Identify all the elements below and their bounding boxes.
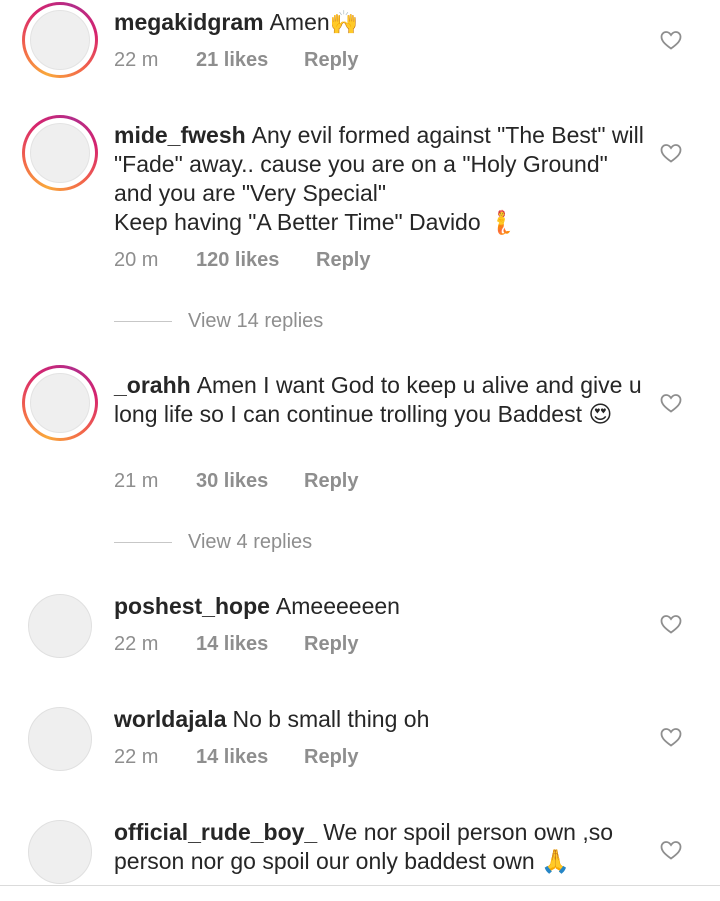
comment-text: official_rude_boy_ We nor spoil person ow… xyxy=(114,818,644,877)
comment-meta: 21 m 30 likes Reply xyxy=(114,470,358,493)
heart-icon[interactable] xyxy=(659,28,683,52)
comment-body: Amen xyxy=(269,9,330,35)
comment-text: mide_fwesh Any evil formed against "The B… xyxy=(114,121,644,238)
comment-time: 22 m xyxy=(114,49,159,71)
comment-meta: 22 m 14 likes Reply xyxy=(114,746,358,769)
avatar-image xyxy=(25,118,95,188)
comment-body: Ameeeeeen xyxy=(275,593,400,619)
comment-meta: 22 m 14 likes Reply xyxy=(114,633,358,656)
comment-likes[interactable]: 14 likes xyxy=(196,746,304,769)
heart-icon[interactable] xyxy=(659,612,683,636)
reply-button[interactable]: Reply xyxy=(316,249,370,272)
bottom-bar xyxy=(0,886,720,901)
comment-username[interactable]: _orahh xyxy=(114,372,191,398)
avatar-image xyxy=(25,368,95,438)
reply-button[interactable]: Reply xyxy=(304,746,358,769)
praying-hands-emoji-icon: 🙏 xyxy=(541,849,570,875)
comment-username[interactable]: official_rude_boy_ xyxy=(114,819,317,845)
comment-time: 20 m xyxy=(114,249,159,271)
heart-icon[interactable] xyxy=(659,838,683,862)
merperson-emoji-icon: 🧜 xyxy=(487,210,516,236)
avatar[interactable] xyxy=(28,820,92,884)
comment-body: Amen I want God to keep u alive and give… xyxy=(114,372,642,427)
comment-username[interactable]: poshest_hope xyxy=(114,593,270,619)
comment-username[interactable]: worldajala xyxy=(114,706,226,732)
heart-icon[interactable] xyxy=(659,141,683,165)
avatar[interactable] xyxy=(28,594,92,658)
comment-meta: 20 m 120 likes Reply xyxy=(114,249,370,272)
comment-username[interactable]: mide_fwesh xyxy=(114,122,246,148)
comment-text: megakidgram Amen🙌 xyxy=(114,8,644,38)
avatar[interactable] xyxy=(22,115,98,191)
reply-button[interactable]: Reply xyxy=(304,633,358,656)
heart-eyes-emoji-icon: 😍 xyxy=(588,402,613,428)
view-replies-divider xyxy=(114,542,172,544)
comment-time: 22 m xyxy=(114,746,159,768)
comment-likes[interactable]: 21 likes xyxy=(196,49,304,72)
comment-text: _orahh Amen I want God to keep u alive an… xyxy=(114,371,644,430)
avatar[interactable] xyxy=(22,365,98,441)
heart-icon[interactable] xyxy=(659,391,683,415)
avatar-image xyxy=(25,5,95,75)
comment-likes[interactable]: 30 likes xyxy=(196,470,304,493)
comment-likes[interactable]: 14 likes xyxy=(196,633,304,656)
view-replies-label: View 14 replies xyxy=(188,310,324,332)
comment-text: poshest_hope Ameeeeeen xyxy=(114,592,644,621)
comment-likes[interactable]: 120 likes xyxy=(196,249,316,272)
comment-body: No b small thing oh xyxy=(232,706,430,732)
comment-meta: 22 m 21 likes Reply xyxy=(114,49,358,72)
avatar[interactable] xyxy=(22,2,98,78)
comment-text: worldajala No b small thing oh xyxy=(114,705,644,734)
view-replies-button[interactable]: View 14 replies xyxy=(114,310,323,333)
heart-icon[interactable] xyxy=(659,725,683,749)
avatar[interactable] xyxy=(28,707,92,771)
view-replies-divider xyxy=(114,321,172,323)
comment-body-line2: Keep having "A Better Time" Davido xyxy=(114,209,481,235)
raising-hands-emoji-icon: 🙌 xyxy=(329,10,359,36)
view-replies-button[interactable]: View 4 replies xyxy=(114,531,312,554)
comment-time: 21 m xyxy=(114,470,159,492)
view-replies-label: View 4 replies xyxy=(188,531,313,553)
reply-button[interactable]: Reply xyxy=(304,49,358,72)
comment-time: 22 m xyxy=(114,633,159,655)
comment-username[interactable]: megakidgram xyxy=(114,9,264,35)
reply-button[interactable]: Reply xyxy=(304,470,358,493)
